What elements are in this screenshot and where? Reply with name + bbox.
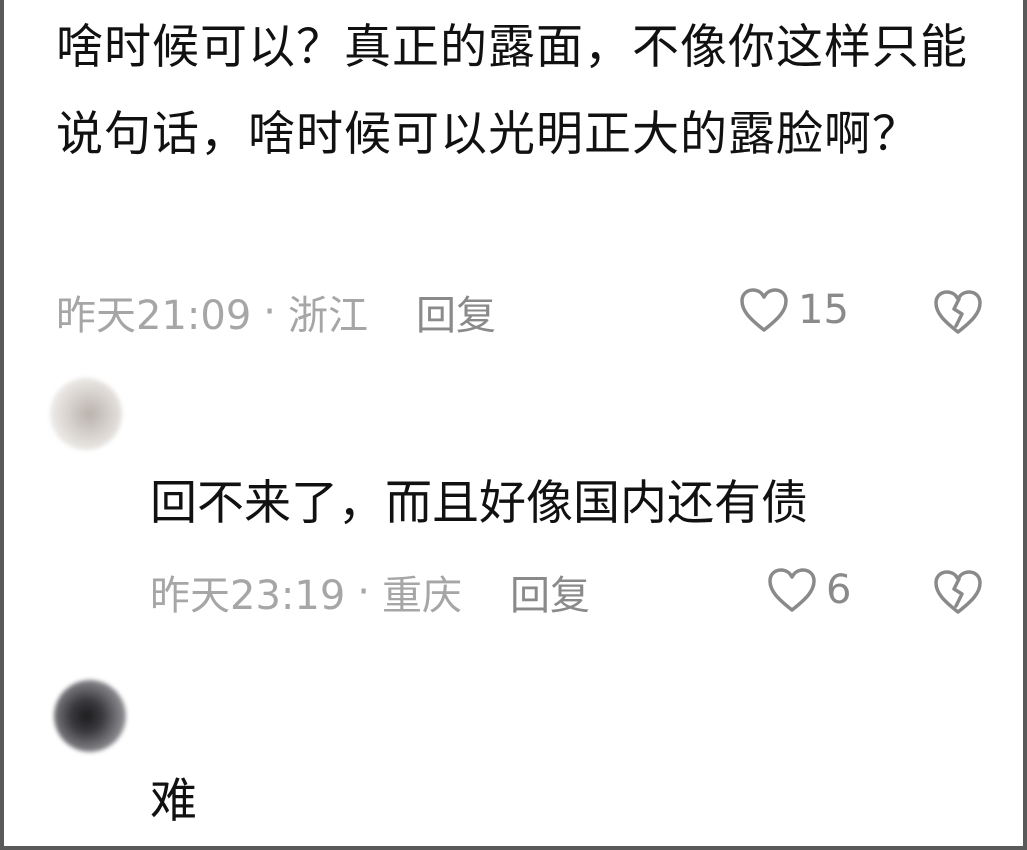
reply-button[interactable]: 回复 xyxy=(416,283,496,341)
like-count: 6 xyxy=(826,567,852,613)
reply-button[interactable]: 回复 xyxy=(510,563,590,621)
comment-text: 啥时候可以？真正的露面，不像你这样只能说句话，啥时候可以光明正大的露脸啊？ xyxy=(56,20,968,162)
heart-outline-icon xyxy=(768,568,816,612)
comment-time: 昨天23:19 xyxy=(150,573,346,619)
comment-meta: 昨天23:19 · 重庆 回复 xyxy=(150,563,590,621)
comment-text: 回不来了，而且好像国内还有债 xyxy=(150,476,808,531)
comment-time: 昨天21:09 xyxy=(56,293,252,339)
like-button[interactable]: 15 xyxy=(738,286,849,334)
like-count: 15 xyxy=(798,287,849,333)
meta-separator: · xyxy=(357,569,370,615)
comment-meta: 昨天21:09 · 浙江 回复 xyxy=(56,283,496,341)
meta-separator: · xyxy=(263,289,276,335)
comment-text: 难 xyxy=(150,774,197,829)
avatar[interactable] xyxy=(50,378,122,450)
heart-outline-icon xyxy=(740,288,788,332)
comment-location: 浙江 xyxy=(288,293,368,339)
broken-heart-icon[interactable] xyxy=(932,568,984,616)
like-button[interactable]: 6 xyxy=(766,566,851,614)
avatar[interactable] xyxy=(54,680,126,752)
comment-location: 重庆 xyxy=(382,573,462,619)
comment-list: 啥时候可以？真正的露面，不像你这样只能说句话，啥时候可以光明正大的露脸啊？ 昨天… xyxy=(4,0,1023,846)
broken-heart-icon[interactable] xyxy=(932,288,984,336)
